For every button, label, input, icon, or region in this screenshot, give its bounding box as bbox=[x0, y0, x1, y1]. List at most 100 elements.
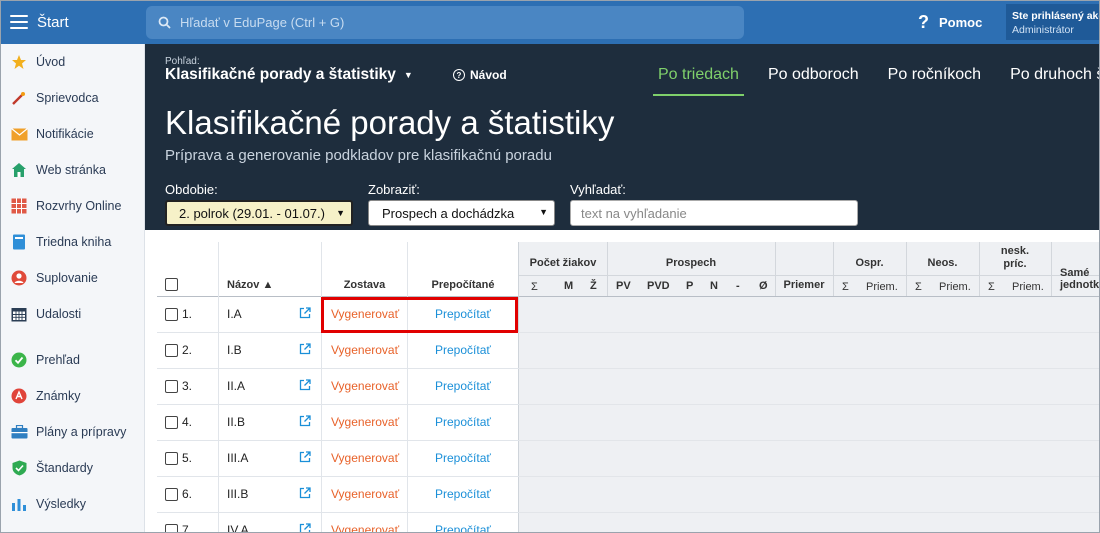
external-link-icon[interactable] bbox=[299, 343, 311, 355]
sidebar-item-notifikacie[interactable]: Notifikácie bbox=[0, 116, 144, 152]
generate-link[interactable]: Vygenerovať bbox=[331, 413, 399, 431]
sub-z: Ž bbox=[590, 280, 597, 292]
search-field-placeholder: text na vyhľadanie bbox=[581, 205, 687, 221]
recalculate-link[interactable]: Prepočítať bbox=[435, 485, 491, 503]
col-divider bbox=[1051, 242, 1052, 296]
generate-link[interactable]: Vygenerovať bbox=[331, 341, 399, 359]
user-box[interactable]: Ste prihlásený ako Administrátor bbox=[1006, 4, 1100, 40]
zobrazit-select[interactable]: Prospech a dochádzka ▼ bbox=[368, 200, 555, 226]
sidebar-item-prehlad[interactable]: Prehľad bbox=[0, 342, 144, 378]
row-class-name[interactable]: II.A bbox=[227, 377, 245, 395]
chevron-down-icon: ▼ bbox=[539, 207, 548, 217]
search-placeholder: Hľadať v EduPage (Ctrl + G) bbox=[180, 15, 345, 30]
external-link-icon[interactable] bbox=[299, 523, 311, 533]
sidebar-item-sprievodca[interactable]: Sprievodca bbox=[0, 80, 144, 116]
sidebar-item-label: Web stránka bbox=[36, 163, 106, 177]
external-link-icon[interactable] bbox=[299, 379, 311, 391]
recalculate-link[interactable]: Prepočítať bbox=[435, 341, 491, 359]
view-selector[interactable]: Klasifikačné porady a štatistiky ▼ bbox=[165, 66, 413, 84]
external-link-icon[interactable] bbox=[299, 415, 311, 427]
generate-link[interactable]: Vygenerovať bbox=[331, 377, 399, 395]
row-divider bbox=[519, 368, 1100, 369]
tab-po-druhoch[interactable]: Po druhoch š bbox=[1005, 64, 1100, 96]
obdobie-select[interactable]: 2. polrok (29.01. - 01.07.) ▼ bbox=[165, 200, 353, 226]
sidebar-item-uvod[interactable]: Úvod bbox=[0, 44, 144, 80]
timetable-icon bbox=[10, 197, 28, 215]
sidebar-item-label: Sprievodca bbox=[36, 91, 99, 105]
sidebar-item-triedna-kniha[interactable]: Triedna kniha bbox=[0, 224, 144, 260]
sidebar-item-label: Plány a prípravy bbox=[36, 425, 127, 439]
group-nesk-line2: príc. bbox=[1003, 258, 1027, 270]
sidebar-item-label: Rozvrhy Online bbox=[36, 199, 122, 213]
shield-check-icon bbox=[10, 459, 28, 477]
hamburger-icon bbox=[10, 15, 28, 29]
row-checkbox[interactable] bbox=[165, 380, 178, 393]
sidebar-item-suplovanie[interactable]: Suplovanie bbox=[0, 260, 144, 296]
briefcase-icon bbox=[10, 423, 28, 441]
recalculate-link[interactable]: Prepočítať bbox=[435, 521, 491, 533]
start-menu-button[interactable]: Štart bbox=[0, 0, 145, 44]
generate-link[interactable]: Vygenerovať bbox=[331, 449, 399, 467]
generate-link[interactable]: Vygenerovať bbox=[331, 485, 399, 503]
row-number: 4. bbox=[182, 415, 193, 429]
row-class-name[interactable]: II.B bbox=[227, 413, 245, 431]
external-link-icon[interactable] bbox=[299, 307, 311, 319]
search-field[interactable]: text na vyhľadanie bbox=[570, 200, 858, 226]
row-divider bbox=[157, 440, 519, 441]
chevron-down-icon: ▼ bbox=[336, 208, 345, 218]
row-divider bbox=[519, 440, 1100, 441]
row-checkbox[interactable] bbox=[165, 416, 178, 429]
row-class-name[interactable]: I.B bbox=[227, 341, 242, 359]
row-divider bbox=[157, 368, 519, 369]
sidebar-item-rozvrhy[interactable]: Rozvrhy Online bbox=[0, 188, 144, 224]
tab-po-rocnikoch[interactable]: Po ročníkoch bbox=[883, 64, 986, 96]
sub-pvd: PVD bbox=[647, 280, 670, 292]
book-icon bbox=[10, 233, 28, 251]
external-link-icon[interactable] bbox=[299, 487, 311, 499]
grade-icon bbox=[10, 387, 28, 405]
generate-link[interactable]: Vygenerovať bbox=[331, 521, 399, 533]
group-ospr: Ospr. bbox=[855, 257, 884, 269]
recalculate-link[interactable]: Prepočítať bbox=[435, 449, 491, 467]
sub-n: N bbox=[710, 280, 718, 292]
row-number: 1. bbox=[182, 307, 193, 321]
external-link-icon[interactable] bbox=[299, 451, 311, 463]
col-priemer: Priemer bbox=[783, 279, 825, 291]
recalculate-link[interactable]: Prepočítať bbox=[435, 413, 491, 431]
row-number: 2. bbox=[182, 343, 193, 357]
sidebar-item-label: Udalosti bbox=[36, 307, 82, 321]
sidebar-item-web[interactable]: Web stránka bbox=[0, 152, 144, 188]
row-checkbox[interactable] bbox=[165, 524, 178, 533]
recalculate-link[interactable]: Prepočítať bbox=[435, 377, 491, 395]
guide-button[interactable]: ? Návod bbox=[453, 68, 507, 82]
user-role: Administrátor bbox=[1012, 24, 1074, 36]
help-button[interactable]: ? Pomoc bbox=[918, 0, 982, 44]
person-icon bbox=[10, 269, 28, 287]
row-checkbox[interactable] bbox=[165, 344, 178, 357]
row-class-name[interactable]: IV.A bbox=[227, 521, 249, 533]
sidebar-item-plany[interactable]: Plány a prípravy bbox=[0, 414, 144, 450]
envelope-icon bbox=[10, 125, 28, 143]
col-nazov[interactable]: Názov ▲ bbox=[227, 279, 273, 291]
row-checkbox[interactable] bbox=[165, 488, 178, 501]
question-circle-icon: ? bbox=[453, 69, 465, 81]
row-class-name[interactable]: III.B bbox=[227, 485, 248, 503]
row-class-name[interactable]: III.A bbox=[227, 449, 248, 467]
row-divider bbox=[157, 512, 519, 513]
row-class-name[interactable]: I.A bbox=[227, 305, 242, 323]
sidebar-item-label: Notifikácie bbox=[36, 127, 94, 141]
tab-po-odboroch[interactable]: Po odboroch bbox=[763, 64, 864, 96]
row-checkbox[interactable] bbox=[165, 308, 178, 321]
sub-pv: PV bbox=[616, 280, 631, 292]
sidebar-item-udalosti[interactable]: Udalosti bbox=[0, 296, 144, 332]
col-divider bbox=[833, 242, 834, 296]
sidebar-item-standardy[interactable]: Štandardy bbox=[0, 450, 144, 486]
tab-po-triedach[interactable]: Po triedach bbox=[653, 64, 744, 96]
row-checkbox[interactable] bbox=[165, 452, 178, 465]
sidebar-item-vysledky[interactable]: Výsledky bbox=[0, 486, 144, 522]
zobrazit-value: Prospech a dochádzka bbox=[382, 205, 515, 221]
sidebar-item-znamky[interactable]: Známky bbox=[0, 378, 144, 414]
select-all-checkbox[interactable] bbox=[165, 278, 178, 291]
sidebar: Úvod Sprievodca Notifikácie Web stránka … bbox=[0, 44, 145, 533]
search-input[interactable]: Hľadať v EduPage (Ctrl + G) bbox=[146, 6, 744, 39]
